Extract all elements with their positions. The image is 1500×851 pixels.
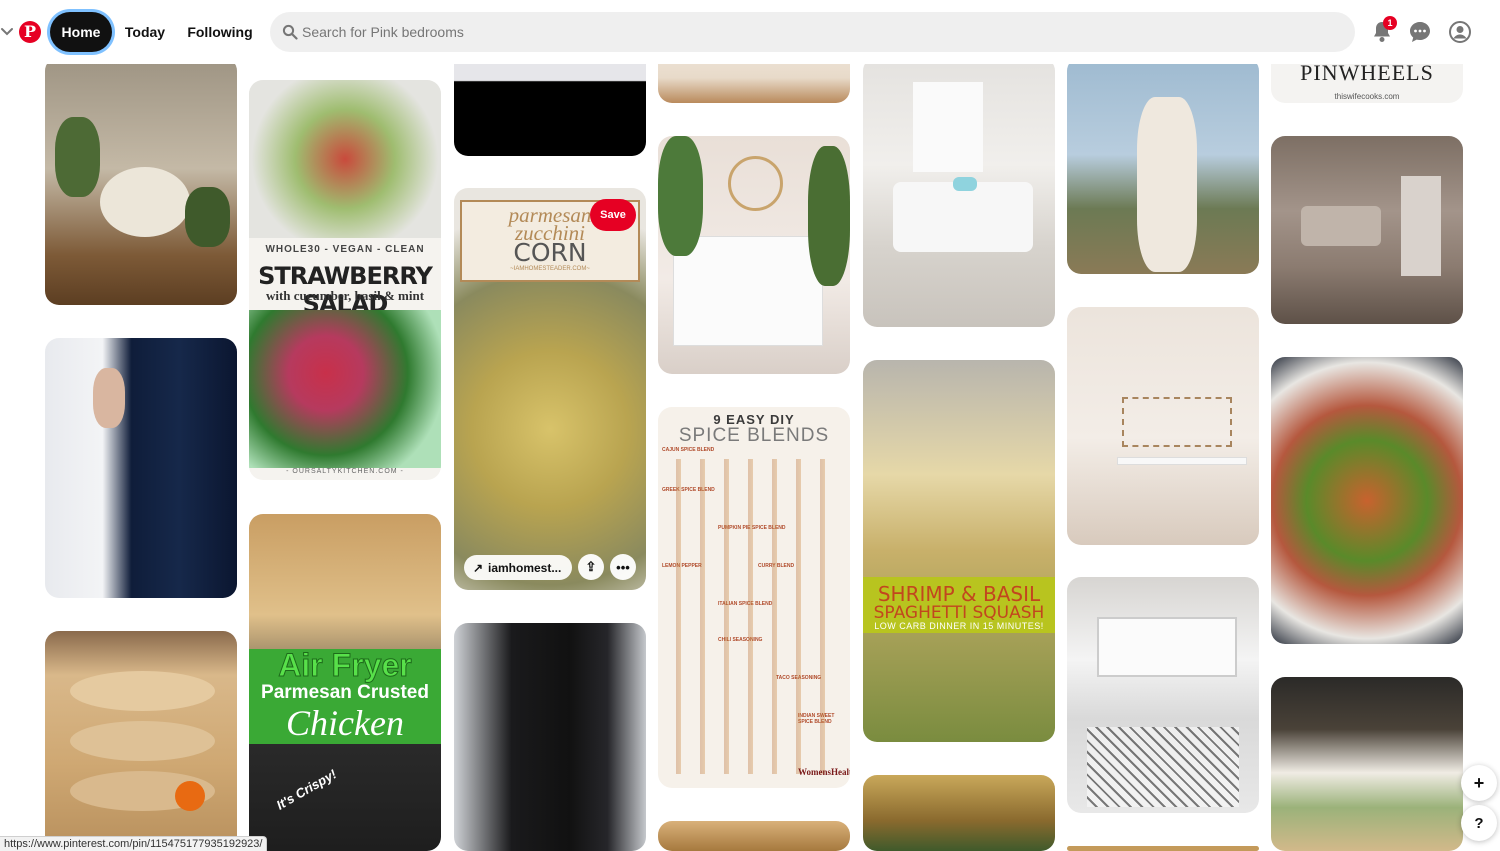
nav-today-button[interactable]: Today: [118, 12, 172, 52]
pin-subtitle: SPAGHETTI SQUASH: [873, 603, 1045, 623]
pin-subtitle: with cucumber, basil & mint: [265, 288, 425, 303]
source-link-label: iamhomest...: [488, 560, 562, 575]
pin-source: - OURSALTYKITCHEN.COM -: [286, 468, 404, 475]
profile-icon[interactable]: [1448, 20, 1472, 44]
cookie-image: [70, 671, 215, 711]
pin-tagline: WHOLE30 - VEGAN - CLEAN: [265, 244, 425, 255]
person-image: [1137, 97, 1197, 272]
save-button[interactable]: Save: [590, 199, 636, 231]
pin-loft-bed[interactable]: [1067, 577, 1259, 813]
pin-woman-hillside[interactable]: [1067, 57, 1259, 274]
plant-image: [808, 146, 850, 286]
pinterest-logo-icon[interactable]: P: [19, 21, 41, 43]
pin-title-script: Chicken: [286, 703, 404, 743]
chevron-down-icon[interactable]: [0, 26, 14, 38]
pin-cozy-bedroom[interactable]: [1271, 136, 1463, 324]
pin-pallet-bed[interactable]: [863, 57, 1055, 327]
pin-air-fryer-chicken[interactable]: Air Fryer Parmesan Crusted Chicken It's …: [249, 514, 441, 851]
bed-image: [893, 182, 1033, 252]
spice-section-label: CAJUN SPICE BLEND: [662, 447, 715, 453]
add-button[interactable]: +: [1461, 765, 1497, 801]
pin-desk-setup[interactable]: [1067, 307, 1259, 545]
ingredients-image: [249, 310, 441, 468]
loft-bed-image: [1097, 617, 1237, 677]
grid-board-image: [1122, 397, 1232, 447]
pin-source: ~IAMHOMESTEADER.COM~: [510, 266, 590, 272]
pin-source: thiswifecooks.com: [1334, 92, 1400, 101]
status-bar-url: https://www.pinterest.com/pin/1154751779…: [0, 836, 268, 851]
pin-zucchini-corn[interactable]: parmesan zucchini CORN ~IAMHOMESTEADER.C…: [454, 188, 646, 590]
pin-caesar-salad[interactable]: [1271, 677, 1463, 851]
papasan-chair-image: [100, 167, 190, 237]
nav-following-button[interactable]: Following: [182, 12, 258, 52]
pin-bottom-partial[interactable]: [1067, 846, 1259, 851]
more-icon[interactable]: •••: [610, 554, 636, 580]
help-button[interactable]: ?: [1461, 805, 1497, 841]
pin-navy-hair[interactable]: [45, 338, 237, 598]
pin-wavy-black-hair[interactable]: [454, 623, 646, 851]
arrow-up-right-icon: ↗: [473, 561, 484, 575]
pin-food-bottom[interactable]: [658, 821, 850, 851]
pin-roasted-vegetables[interactable]: [1271, 357, 1463, 644]
pumpkin-image: [175, 781, 205, 811]
face-image: [93, 368, 125, 428]
search-bar[interactable]: [270, 12, 1355, 52]
pin-spice-blends[interactable]: 9 EASY DIY SPICE BLENDS CAJUN SPICE BLEN…: [658, 407, 850, 788]
window-image: [913, 82, 983, 172]
pin-tag: It's Crispy!: [273, 766, 339, 813]
bed-image: [1301, 206, 1381, 246]
pillow-image: [953, 177, 977, 191]
mirror-image: [1401, 176, 1441, 276]
pin-strawberry-salad[interactable]: WHOLE30 - VEGAN - CLEAN STRAWBERRY SALAD…: [249, 80, 441, 480]
plant-image: [185, 187, 230, 247]
mirror-image: [728, 156, 783, 211]
pin-cookies[interactable]: [45, 631, 237, 851]
pin-subtitle: SPICE BLENDS: [678, 425, 830, 446]
pin-shrimp-squash[interactable]: SHRIMP & BASIL SPAGHETTI SQUASH LOW CARB…: [863, 360, 1055, 742]
search-icon: [282, 24, 298, 40]
top-nav-bar: P Home Today Following 1: [0, 0, 1500, 64]
pin-brand: WomensHealth: [798, 767, 850, 777]
pin-papasan-chair[interactable]: [45, 57, 237, 305]
pin-subtitle: Parmesan Crusted: [261, 682, 429, 703]
tile-floor-image: [1087, 727, 1239, 807]
dresser-image: [673, 236, 823, 346]
desk-image: [1117, 457, 1247, 465]
search-input[interactable]: [302, 12, 1342, 52]
notification-badge: 1: [1383, 16, 1397, 30]
plant-image: [55, 117, 100, 197]
pin-source-link[interactable]: ↗ iamhomest...: [464, 555, 572, 580]
pin-title: CORN: [513, 238, 587, 267]
plant-image: [658, 136, 703, 256]
share-icon[interactable]: ⇪: [578, 554, 604, 580]
spice-grid-image: [664, 459, 844, 774]
cookie-image: [70, 721, 215, 761]
pin-sandwich[interactable]: [863, 775, 1055, 851]
salad-image: [249, 80, 441, 238]
pin-tagline: LOW CARB DINNER IN 15 MINUTES!: [874, 621, 1044, 631]
chat-icon[interactable]: [1408, 20, 1432, 44]
pin-white-dresser[interactable]: [658, 136, 850, 374]
pin-title: Air Fryer: [278, 647, 412, 684]
nav-home-button[interactable]: Home: [50, 12, 112, 52]
